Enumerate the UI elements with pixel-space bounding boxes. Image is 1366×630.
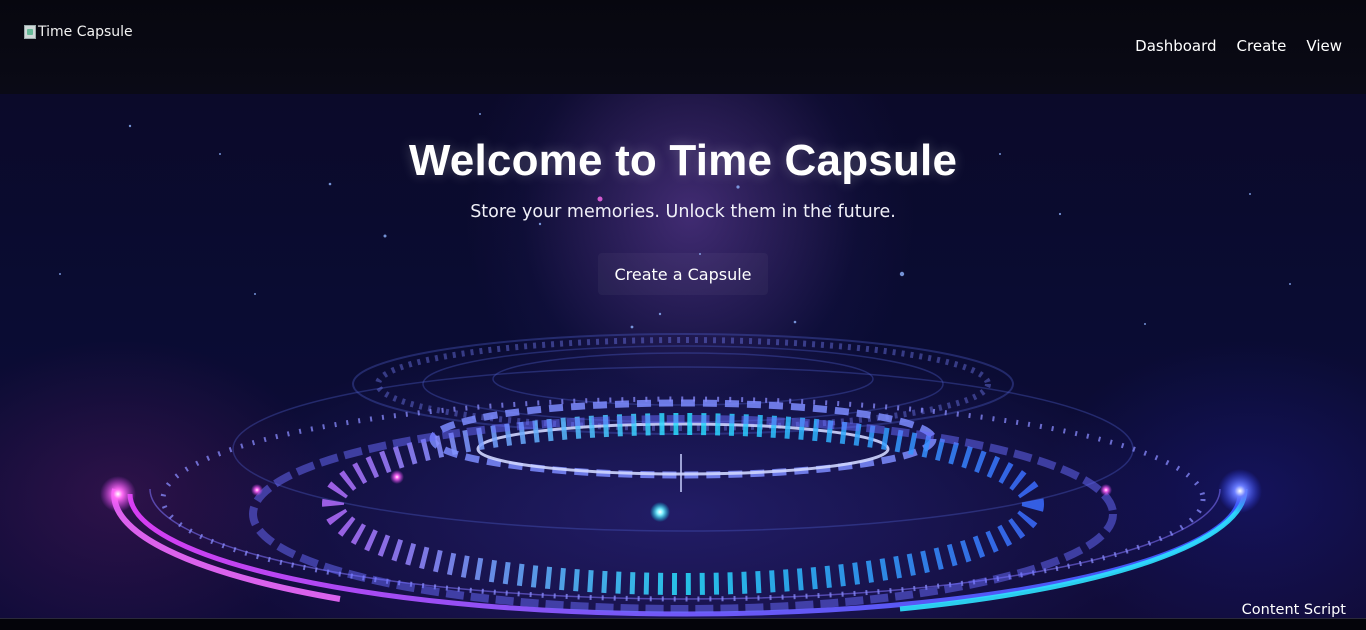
main-nav: Dashboard Create View xyxy=(1135,37,1342,55)
hero-subtitle: Store your memories. Unlock them in the … xyxy=(470,202,896,222)
hero-section: Welcome to Time Capsule Store your memor… xyxy=(0,94,1366,618)
bottom-divider xyxy=(0,618,1366,630)
logo-alt-text: Time Capsule xyxy=(38,24,133,40)
site-header: Time Capsule Dashboard Create View xyxy=(0,0,1366,94)
logo[interactable]: Time Capsule xyxy=(24,24,133,40)
broken-image-icon xyxy=(24,25,36,39)
content-script-label: Content Script xyxy=(1241,602,1346,618)
hero-title: Welcome to Time Capsule xyxy=(408,136,958,185)
nav-link-create[interactable]: Create xyxy=(1237,37,1287,55)
nav-link-view[interactable]: View xyxy=(1306,37,1342,55)
create-capsule-button[interactable]: Create a Capsule xyxy=(598,253,768,295)
nav-link-dashboard[interactable]: Dashboard xyxy=(1135,37,1216,55)
